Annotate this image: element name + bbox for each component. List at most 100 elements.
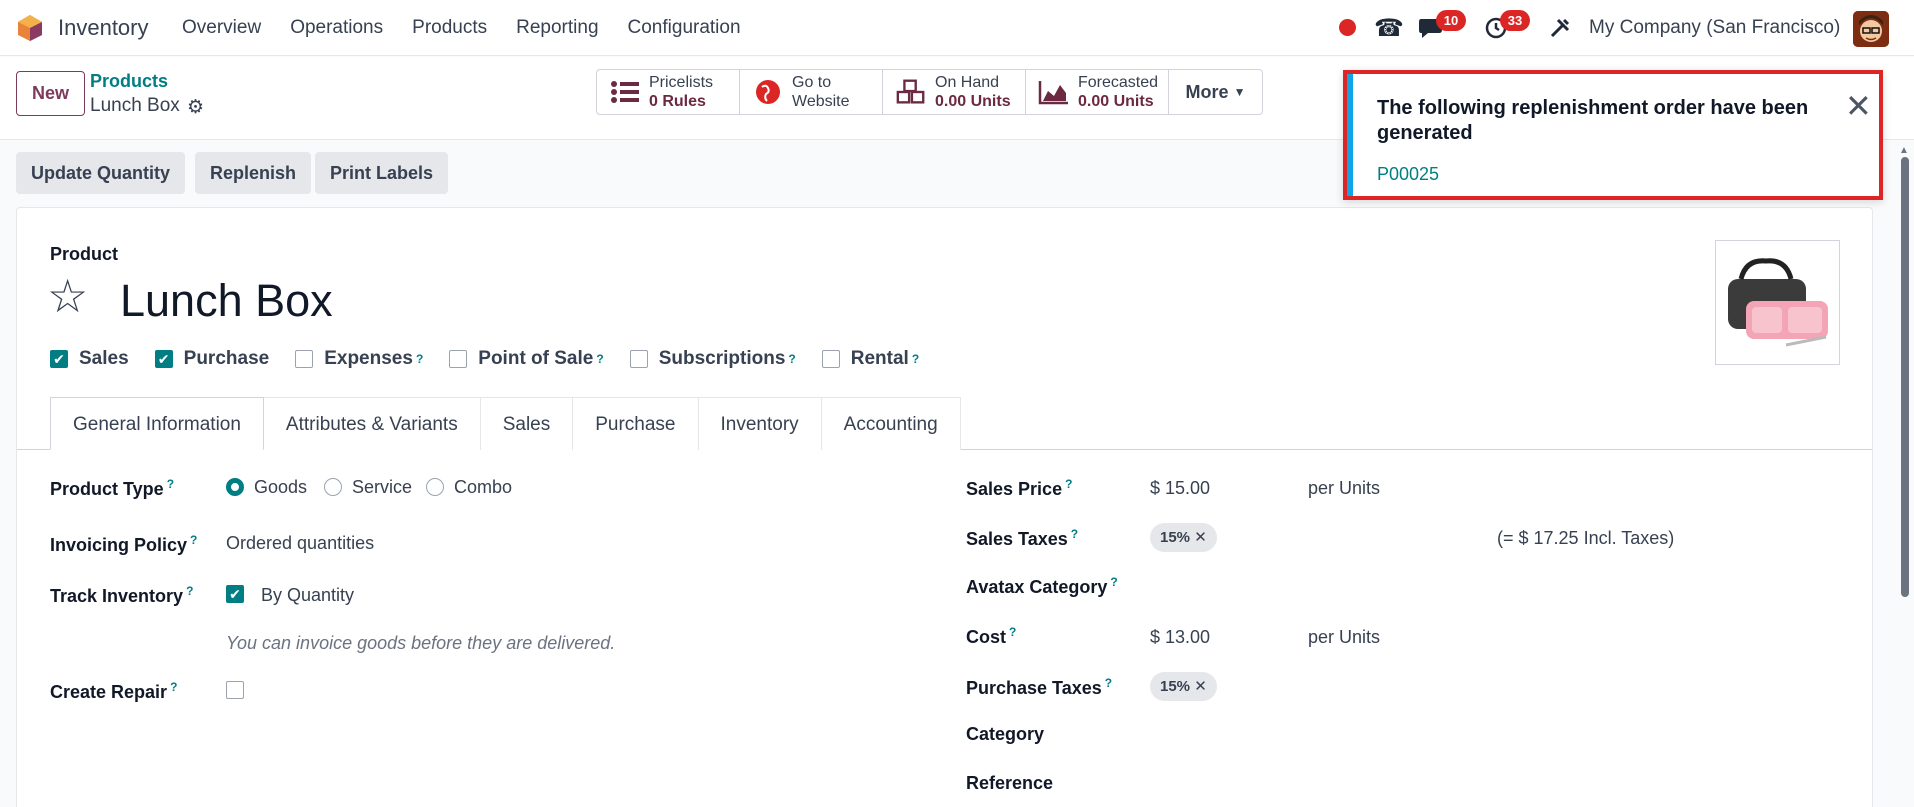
invoicing-policy-field[interactable]: Ordered quantities: [226, 533, 374, 554]
on-hand-button[interactable]: On Hand 0.00 Units: [883, 70, 1026, 114]
menu-products[interactable]: Products: [412, 17, 487, 39]
flag-subscriptions-label: Subscriptions: [658, 348, 786, 369]
page-scrollbar[interactable]: ▲: [1899, 145, 1909, 600]
cost-label: Cost?: [966, 625, 1016, 648]
radio-goods-label[interactable]: Goods: [254, 477, 307, 498]
help-icon[interactable]: ?: [170, 680, 177, 694]
tab-general-information[interactable]: General Information: [50, 397, 264, 450]
help-icon[interactable]: ?: [167, 477, 174, 491]
checkbox-checked-icon[interactable]: ✔: [154, 350, 173, 368]
product-image[interactable]: [1715, 240, 1840, 365]
track-inventory-label-text: Track Inventory: [50, 586, 184, 606]
radio-service[interactable]: [324, 478, 342, 496]
inventory-app-icon[interactable]: [16, 14, 44, 42]
go-to-website-button[interactable]: Go to Website: [740, 70, 883, 114]
help-icon[interactable]: ?: [416, 352, 423, 366]
product-type-label-text: Product Type: [50, 479, 164, 499]
scroll-thumb[interactable]: [1901, 157, 1909, 597]
track-inventory-label: Track Inventory?: [50, 584, 193, 607]
radio-goods[interactable]: [226, 478, 244, 496]
top-navbar: Inventory Overview Operations Products R…: [0, 0, 1914, 56]
help-icon[interactable]: ?: [596, 352, 603, 366]
help-icon[interactable]: ?: [1071, 527, 1078, 541]
notification-accent-bar: [1347, 74, 1353, 196]
flag-sales[interactable]: ✔ Sales: [50, 348, 129, 370]
menu-configuration[interactable]: Configuration: [628, 17, 741, 39]
help-icon[interactable]: ?: [186, 584, 193, 598]
tab-purchase[interactable]: Purchase: [572, 397, 699, 450]
tab-accounting[interactable]: Accounting: [820, 397, 961, 450]
breadcrumb-current: Lunch Box: [90, 95, 180, 116]
checkbox-empty-icon[interactable]: [449, 350, 468, 368]
flag-point-of-sale[interactable]: Point of Sale?: [449, 348, 604, 370]
invoicing-policy-label: Invoicing Policy?: [50, 533, 197, 556]
remove-tag-icon[interactable]: ✕: [1194, 678, 1207, 695]
product-title[interactable]: Lunch Box: [120, 275, 333, 327]
more-button[interactable]: More ▼: [1169, 70, 1262, 114]
record-indicator-icon[interactable]: [1339, 19, 1356, 36]
radio-combo[interactable]: [426, 478, 444, 496]
forecasted-label: Forecasted: [1078, 74, 1159, 91]
purchase-tax-tag-label: 15%: [1160, 678, 1191, 695]
app-name[interactable]: Inventory: [58, 15, 149, 41]
tools-icon[interactable]: [1548, 16, 1572, 40]
help-icon[interactable]: ?: [190, 533, 197, 547]
tab-inventory[interactable]: Inventory: [697, 397, 822, 450]
flag-subscriptions[interactable]: Subscriptions?: [629, 348, 796, 370]
pricelists-button[interactable]: Pricelists 0 Rules: [597, 70, 740, 114]
flag-purchase[interactable]: ✔ Purchase: [154, 348, 269, 370]
tab-sales[interactable]: Sales: [479, 397, 574, 450]
phone-icon[interactable]: ☎: [1374, 14, 1404, 43]
tab-attributes-variants[interactable]: Attributes & Variants: [262, 397, 481, 450]
star-icon[interactable]: ☆: [47, 273, 88, 319]
purchase-taxes-label: Purchase Taxes?: [966, 676, 1112, 699]
help-icon[interactable]: ?: [1065, 477, 1072, 491]
help-icon[interactable]: ?: [912, 352, 919, 366]
user-avatar[interactable]: [1853, 11, 1889, 47]
replenishment-notification: The following replenishment order have b…: [1343, 70, 1883, 200]
help-icon[interactable]: ?: [1110, 575, 1117, 589]
help-icon[interactable]: ?: [1105, 676, 1112, 690]
radio-service-label[interactable]: Service: [352, 477, 412, 498]
checkbox-empty-icon[interactable]: [821, 350, 840, 368]
flag-expenses[interactable]: Expenses?: [295, 348, 423, 370]
purchase-order-link[interactable]: P00025: [1377, 164, 1439, 185]
incl-taxes-text: (= $ 17.25 Incl. Taxes): [1497, 528, 1675, 548]
track-inventory-value[interactable]: By Quantity: [261, 585, 354, 606]
remove-tag-icon[interactable]: ✕: [1194, 529, 1207, 546]
track-inventory-checkbox[interactable]: ✔: [226, 585, 244, 603]
flag-rental[interactable]: Rental?: [821, 348, 919, 370]
pricelists-value: 0 Rules: [649, 93, 706, 110]
product-label: Product: [50, 244, 119, 264]
gear-icon[interactable]: ⚙: [187, 96, 204, 119]
new-button[interactable]: New: [16, 71, 85, 116]
purchase-tax-tag[interactable]: 15% ✕: [1150, 672, 1217, 701]
menu-reporting[interactable]: Reporting: [516, 17, 598, 39]
on-hand-label: On Hand: [935, 74, 1000, 91]
area-chart-icon: [1038, 81, 1068, 105]
checkbox-empty-icon[interactable]: [295, 350, 314, 368]
menu-operations[interactable]: Operations: [290, 17, 383, 39]
update-quantity-button[interactable]: Update Quantity: [16, 152, 186, 194]
website-label-2: Website: [792, 93, 850, 110]
purchase-taxes-label-text: Purchase Taxes: [966, 678, 1102, 698]
replenish-button[interactable]: Replenish: [195, 152, 312, 194]
radio-combo-label[interactable]: Combo: [454, 477, 512, 498]
sales-price-label: Sales Price?: [966, 477, 1072, 500]
menu-overview[interactable]: Overview: [182, 17, 261, 39]
sales-tax-tag[interactable]: 15% ✕: [1150, 523, 1217, 552]
scroll-up-icon[interactable]: ▲: [1899, 145, 1909, 156]
close-icon[interactable]: ✕: [1845, 90, 1872, 122]
help-icon[interactable]: ?: [788, 352, 795, 366]
checkbox-checked-icon[interactable]: ✔: [50, 350, 68, 368]
forecasted-button[interactable]: Forecasted 0.00 Units: [1026, 70, 1169, 114]
company-switcher[interactable]: My Company (San Francisco): [1589, 17, 1840, 39]
cost-field[interactable]: $ 13.00: [1150, 627, 1210, 648]
create-repair-checkbox[interactable]: [226, 681, 244, 699]
breadcrumb-products[interactable]: Products: [90, 71, 168, 92]
checkbox-empty-icon[interactable]: [629, 350, 648, 368]
flag-pos-label: Point of Sale: [478, 348, 594, 369]
help-icon[interactable]: ?: [1009, 625, 1016, 639]
print-labels-button[interactable]: Print Labels: [315, 152, 449, 194]
sales-price-field[interactable]: $ 15.00: [1150, 478, 1210, 499]
